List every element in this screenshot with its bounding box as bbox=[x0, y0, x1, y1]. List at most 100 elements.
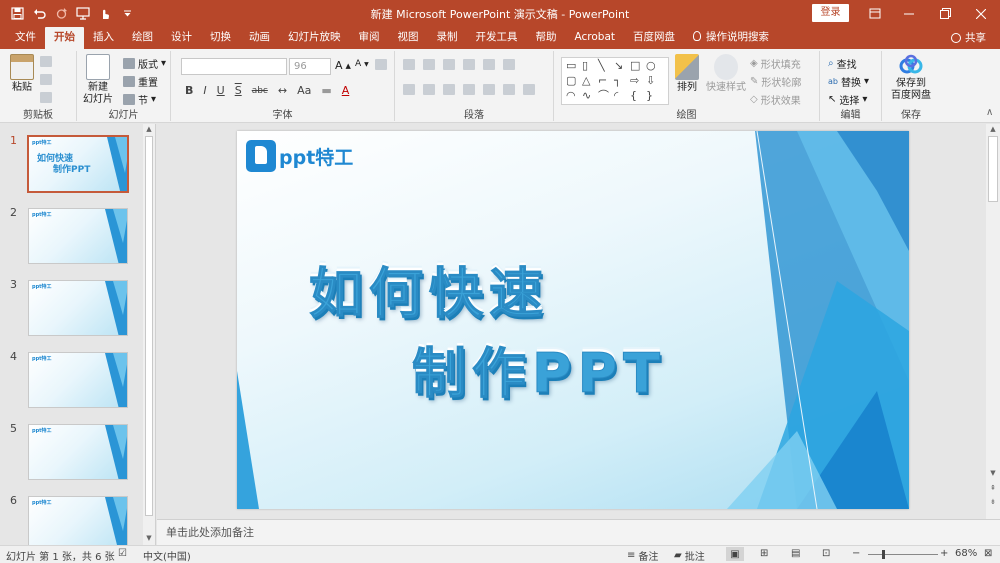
smartart-icon[interactable] bbox=[523, 84, 535, 95]
cut-button[interactable] bbox=[40, 56, 52, 67]
vertical-textbox-icon[interactable]: ▯ bbox=[582, 60, 588, 72]
tab-review[interactable]: 审阅 bbox=[350, 27, 389, 49]
new-slide-button[interactable]: 新建 幻灯片 bbox=[81, 54, 115, 106]
arrow-line-icon[interactable]: ↘ bbox=[614, 60, 623, 72]
tab-help[interactable]: 帮助 bbox=[527, 27, 566, 49]
layout-button[interactable]: 版式 ▾ bbox=[123, 56, 166, 71]
tab-home[interactable]: 开始 bbox=[45, 27, 84, 49]
arc-icon[interactable]: ◜ bbox=[614, 90, 618, 102]
bullets-icon[interactable] bbox=[403, 59, 415, 70]
scroll-up-icon[interactable]: ▲ bbox=[143, 125, 155, 133]
align-right-icon[interactable] bbox=[443, 84, 455, 95]
underline-button[interactable]: U bbox=[217, 84, 225, 97]
share-button[interactable]: 共享 bbox=[951, 30, 986, 45]
right-arrow-shape-icon[interactable]: ⇨ bbox=[630, 75, 639, 87]
grow-font-button[interactable]: A ▲ bbox=[335, 59, 351, 72]
freeform-icon[interactable]: ◠ bbox=[566, 90, 576, 102]
fit-to-window-icon[interactable]: ⊠ bbox=[984, 548, 992, 559]
spellcheck-icon[interactable]: ☑ bbox=[118, 548, 127, 559]
tab-file[interactable]: 文件 bbox=[6, 27, 45, 49]
rounded-rect-icon[interactable]: ▢ bbox=[566, 75, 576, 87]
slide-thumbnail-4[interactable]: 4 ppt特工 bbox=[0, 350, 142, 414]
find-button[interactable]: ⌕ 查找 bbox=[828, 56, 857, 71]
rectangle-shape-icon[interactable]: □ bbox=[630, 60, 640, 72]
align-center-icon[interactable] bbox=[423, 84, 435, 95]
strikethrough-button[interactable]: abc bbox=[252, 86, 268, 96]
tab-insert[interactable]: 插入 bbox=[84, 27, 123, 49]
scrollbar-thumb[interactable] bbox=[988, 136, 998, 202]
collapse-ribbon-icon[interactable]: ∧ bbox=[986, 107, 993, 118]
slide-sorter-view-icon[interactable]: ⊞ bbox=[760, 548, 768, 559]
slideshow-view-icon[interactable]: ⊡ bbox=[822, 548, 830, 559]
login-button[interactable]: 登录 bbox=[812, 4, 849, 22]
tab-baidu-netdisk[interactable]: 百度网盘 bbox=[624, 27, 684, 49]
slide-thumbnail-1[interactable]: 1 ppt特工 如何快速 制作PPT bbox=[0, 134, 142, 198]
normal-view-icon[interactable]: ▣ bbox=[726, 547, 744, 561]
clear-format-button[interactable] bbox=[375, 59, 387, 70]
select-button[interactable]: ↖ 选择 ▾ bbox=[828, 92, 867, 107]
slide-thumbnail-3[interactable]: 3 ppt特工 bbox=[0, 278, 142, 342]
shape-effects-button[interactable]: ◇ 形状效果 bbox=[750, 92, 801, 107]
restore-icon[interactable] bbox=[928, 0, 962, 27]
triangle-shape-icon[interactable]: △ bbox=[582, 75, 590, 87]
slide-thumbnail-2[interactable]: 2 ppt特工 bbox=[0, 206, 142, 270]
language-indicator[interactable]: 中文(中国) bbox=[143, 548, 191, 563]
next-slide-icon[interactable]: ⇟ bbox=[986, 498, 1000, 506]
touch-icon[interactable] bbox=[96, 5, 114, 23]
reset-button[interactable]: 重置 bbox=[123, 74, 158, 89]
section-button[interactable]: 节 ▾ bbox=[123, 92, 156, 107]
font-name-dropdown[interactable] bbox=[181, 58, 287, 75]
redo-icon[interactable] bbox=[52, 5, 70, 23]
present-icon[interactable] bbox=[74, 5, 92, 23]
tab-slideshow[interactable]: 幻灯片放映 bbox=[279, 27, 350, 49]
slide-title-line-2[interactable]: 制作PPT bbox=[412, 329, 666, 408]
zoom-slider-track[interactable] bbox=[868, 554, 938, 555]
reading-view-icon[interactable]: ▤ bbox=[791, 548, 800, 559]
current-slide[interactable]: ppt特工 如何快速 制作PPT bbox=[237, 131, 909, 509]
copy-button[interactable] bbox=[40, 74, 52, 85]
slide-scrollbar[interactable]: ▲ ▼ ⇞ ⇟ bbox=[986, 124, 1000, 519]
tab-animations[interactable]: 动画 bbox=[240, 27, 279, 49]
curved-connector-icon[interactable]: ┐ bbox=[614, 75, 621, 87]
tab-transitions[interactable]: 切换 bbox=[201, 27, 240, 49]
save-icon[interactable] bbox=[8, 5, 26, 23]
save-to-baidu-button[interactable]: 保存到 百度网盘 bbox=[888, 54, 934, 102]
tab-draw[interactable]: 绘图 bbox=[123, 27, 162, 49]
scroll-down-icon[interactable]: ▼ bbox=[143, 534, 155, 542]
oval-shape-icon[interactable]: ○ bbox=[646, 60, 656, 72]
shape-outline-button[interactable]: ✎ 形状轮廓 bbox=[750, 74, 801, 89]
minimize-icon[interactable] bbox=[892, 0, 926, 27]
zoom-slider-handle[interactable] bbox=[882, 550, 885, 559]
slide-thumbnail-5[interactable]: 5 ppt特工 bbox=[0, 422, 142, 486]
line-shape-icon[interactable]: ╲ bbox=[598, 60, 605, 72]
shape-fill-button[interactable]: ◈ 形状填充 bbox=[750, 56, 801, 71]
numbering-icon[interactable] bbox=[423, 59, 435, 70]
highlight-icon[interactable]: ▬ bbox=[321, 84, 331, 97]
change-case-button[interactable]: Aa bbox=[297, 84, 311, 97]
font-size-dropdown[interactable]: 96 bbox=[289, 58, 331, 75]
decrease-indent-icon[interactable] bbox=[443, 59, 455, 70]
tab-view[interactable]: 视图 bbox=[389, 27, 428, 49]
char-spacing-icon[interactable]: ↔ bbox=[278, 84, 287, 97]
shapes-gallery[interactable]: ▭ ▯ ╲ ↘ □ ○ ▢ △ ⌐ ┐ ⇨ ⇩ ◠ ∿ ⌒ ◜ { } bbox=[561, 57, 669, 105]
right-brace-icon[interactable]: } bbox=[646, 90, 653, 102]
italic-button[interactable]: I bbox=[203, 84, 206, 97]
font-color-icon[interactable]: A bbox=[342, 84, 350, 97]
slide-title-line-1[interactable]: 如何快速 bbox=[309, 249, 549, 328]
scrollbar-thumb[interactable] bbox=[145, 136, 153, 516]
down-arrow-shape-icon[interactable]: ⇩ bbox=[646, 75, 655, 87]
previous-slide-icon[interactable]: ⇞ bbox=[986, 484, 1000, 492]
tab-acrobat[interactable]: Acrobat bbox=[566, 27, 625, 49]
paste-button[interactable]: 粘贴 bbox=[7, 54, 37, 94]
comments-button[interactable]: ▰ 批注 bbox=[674, 548, 705, 563]
zoom-out-button[interactable]: − bbox=[852, 548, 860, 559]
notes-toggle-button[interactable]: ≡ 备注 bbox=[627, 548, 658, 563]
tab-record[interactable]: 录制 bbox=[428, 27, 467, 49]
tab-design[interactable]: 设计 bbox=[162, 27, 201, 49]
close-icon[interactable] bbox=[964, 0, 998, 27]
quick-styles-button[interactable]: 快速样式 bbox=[704, 54, 748, 94]
curve-icon[interactable]: ∿ bbox=[582, 90, 591, 102]
shadow-button[interactable]: S bbox=[235, 84, 242, 97]
textbox-shape-icon[interactable]: ▭ bbox=[566, 60, 576, 72]
columns-icon[interactable] bbox=[483, 84, 495, 95]
